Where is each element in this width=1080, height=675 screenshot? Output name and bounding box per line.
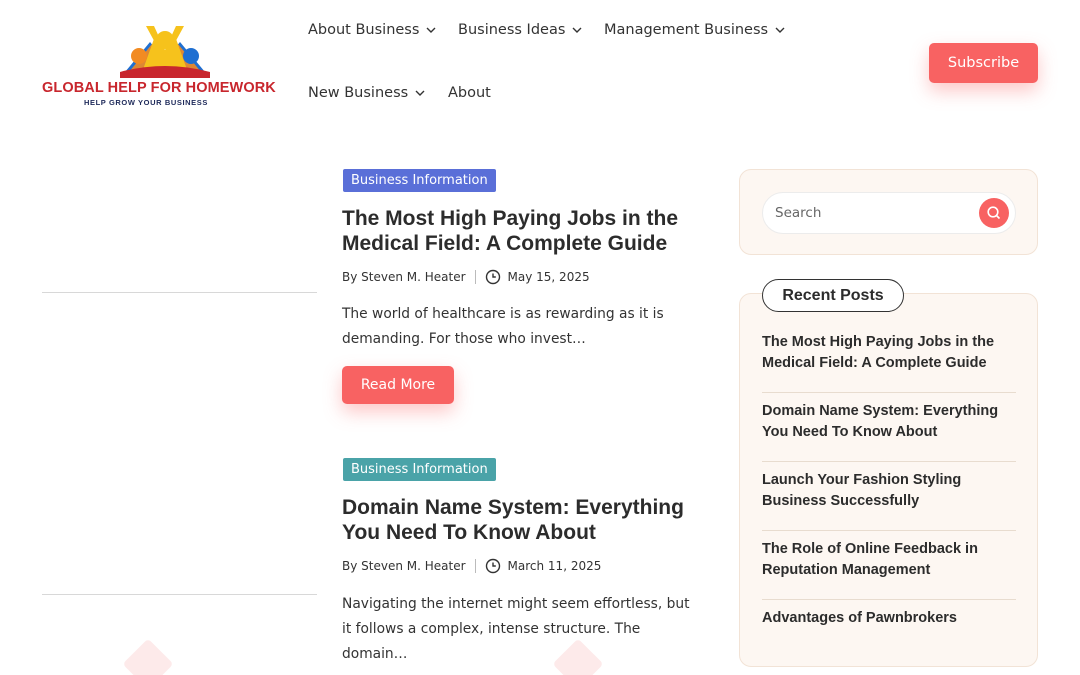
post-date: March 11, 2025 [507,559,602,573]
nav-label: About [448,85,491,101]
divider [762,461,1016,462]
category-badge[interactable]: Business Information [343,169,496,192]
recent-post-link[interactable]: The Most High Paying Jobs in the Medical… [762,332,1016,374]
nav-business-ideas[interactable]: Business Ideas [458,22,583,38]
decorative-shape [122,638,174,675]
clock-icon [485,269,500,285]
meta-divider [474,559,476,573]
divider [762,392,1016,393]
chevron-down-icon [775,27,785,33]
search-input[interactable] [775,193,975,233]
nav-label: Business Ideas [458,22,566,38]
recent-post-link[interactable]: Domain Name System: Everything You Need … [762,401,1016,443]
post-author[interactable]: By Steven M. Heater [342,559,466,573]
post-title[interactable]: The Most High Paying Jobs in the Medical… [342,206,702,256]
recent-post-link[interactable]: Launch Your Fashion Styling Business Suc… [762,470,1016,512]
nav-label: New Business [308,85,409,101]
post-title[interactable]: Domain Name System: Everything You Need … [342,495,702,545]
recent-post-link[interactable]: Advantages of Pawnbrokers [762,608,1016,629]
chevron-down-icon [572,27,582,33]
logo-people-icon [120,26,210,78]
subscribe-button[interactable]: Subscribe [929,43,1038,83]
nav-management-business[interactable]: Management Business [604,22,786,38]
post-excerpt: The world of healthcare is as rewarding … [342,306,664,347]
nav-label: About Business [308,22,420,38]
recent-posts-widget: Recent Posts The Most High Paying Jobs i… [739,279,1038,667]
nav-about[interactable]: About [448,85,491,101]
nav-about-business[interactable]: About Business [308,22,437,38]
nav-label: Management Business [604,22,769,38]
site-logo[interactable]: GLOBAL HELP FOR HOMEWORK HELP GROW YOUR … [40,20,276,112]
nav-new-business[interactable]: New Business [308,85,426,101]
thumbnail-divider [42,292,317,293]
post-author[interactable]: By Steven M. Heater [342,270,466,284]
divider [762,530,1016,531]
post-meta: By Steven M. Heater May 15, 2025 [342,269,590,285]
recent-post-link[interactable]: The Role of Online Feedback in Reputatio… [762,539,1016,581]
read-more-button[interactable]: Read More [342,366,454,404]
search-icon [987,206,1001,220]
thumbnail-divider [42,594,317,595]
logo-title: GLOBAL HELP FOR HOMEWORK [42,80,276,96]
chevron-down-icon [426,27,436,33]
search-button[interactable] [979,198,1009,228]
recent-posts-heading: Recent Posts [762,279,904,312]
category-badge[interactable]: Business Information [343,458,496,481]
clock-icon [485,558,500,574]
chevron-down-icon [415,90,425,96]
search-box [762,192,1016,234]
search-widget [739,169,1038,255]
logo-tagline: HELP GROW YOUR BUSINESS [84,98,208,107]
post-meta: By Steven M. Heater March 11, 2025 [342,558,601,574]
post-date: May 15, 2025 [507,270,590,284]
post-excerpt: Navigating the internet might seem effor… [342,596,690,662]
meta-divider [474,270,476,284]
divider [762,599,1016,600]
